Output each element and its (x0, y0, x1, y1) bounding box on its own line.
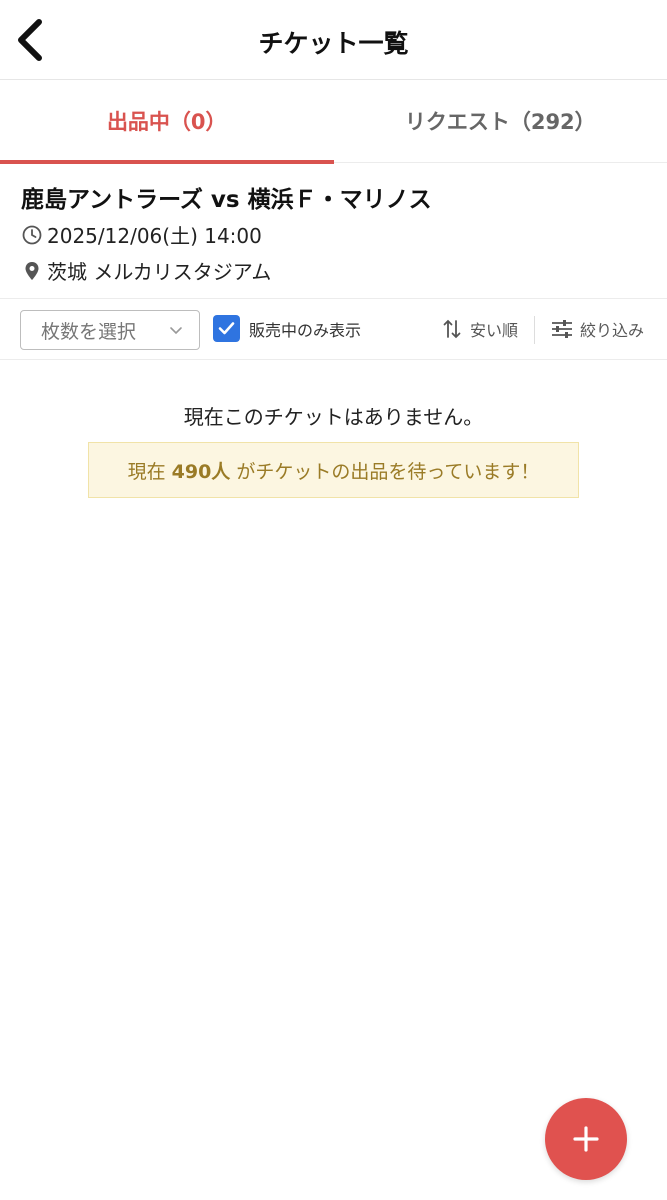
ticket-list-screen: チケット一覧 出品中（0） リクエスト（292） 鹿島アントラーズ vs 横浜Ｆ… (0, 0, 667, 1200)
only-selling-label: 販売中のみ表示 (249, 320, 362, 340)
plus-icon (573, 1126, 599, 1152)
event-venue: 茨城 メルカリスタジアム (47, 260, 272, 284)
event-info: 鹿島アントラーズ vs 横浜Ｆ・マリノス 2025/12/06(土) 14:00… (0, 164, 667, 299)
map-pin-icon (21, 260, 43, 282)
sort-button[interactable]: 安い順 (441, 317, 518, 341)
waiting-count: 490人 (171, 460, 231, 483)
only-selling-checkbox[interactable] (213, 315, 240, 342)
event-title: 鹿島アントラーズ vs 横浜Ｆ・マリノス (21, 187, 432, 213)
checkmark-icon (218, 322, 235, 335)
filter-bar: 枚数を選択 販売中のみ表示 安い順 絞り込み (0, 300, 667, 360)
event-datetime-row: 2025/12/06(土) 14:00 (21, 220, 262, 249)
waiting-notice: 現在 490人 がチケットの出品を待っています！ (88, 442, 579, 498)
event-datetime: 2025/12/06(土) 14:00 (47, 224, 262, 248)
sliders-icon (550, 318, 574, 340)
sort-label: 安い順 (470, 321, 519, 340)
quantity-select[interactable]: 枚数を選択 (20, 310, 200, 350)
clock-icon (21, 224, 43, 246)
chevron-down-icon (170, 327, 182, 335)
listing-tabs: 出品中（0） リクエスト（292） (0, 80, 667, 164)
filter-label: 絞り込み (580, 321, 645, 340)
quantity-select-label: 枚数を選択 (41, 320, 137, 343)
tab-listed[interactable]: 出品中（0） (0, 80, 334, 164)
sort-icon (441, 317, 463, 341)
filter-divider (534, 316, 535, 344)
add-listing-button[interactable] (545, 1098, 627, 1180)
waiting-prefix: 現在 (127, 460, 166, 483)
empty-message: 現在このチケットはありません。 (183, 405, 484, 429)
page-title: チケット一覧 (258, 29, 409, 58)
event-venue-row: 茨城 メルカリスタジアム (21, 256, 271, 285)
app-header: チケット一覧 (0, 0, 667, 80)
filter-button[interactable]: 絞り込み (550, 317, 644, 341)
tab-requests[interactable]: リクエスト（292） (334, 80, 667, 162)
only-selling-toggle[interactable]: 販売中のみ表示 (213, 315, 361, 342)
waiting-suffix: がチケットの出品を待っています！ (236, 460, 540, 483)
